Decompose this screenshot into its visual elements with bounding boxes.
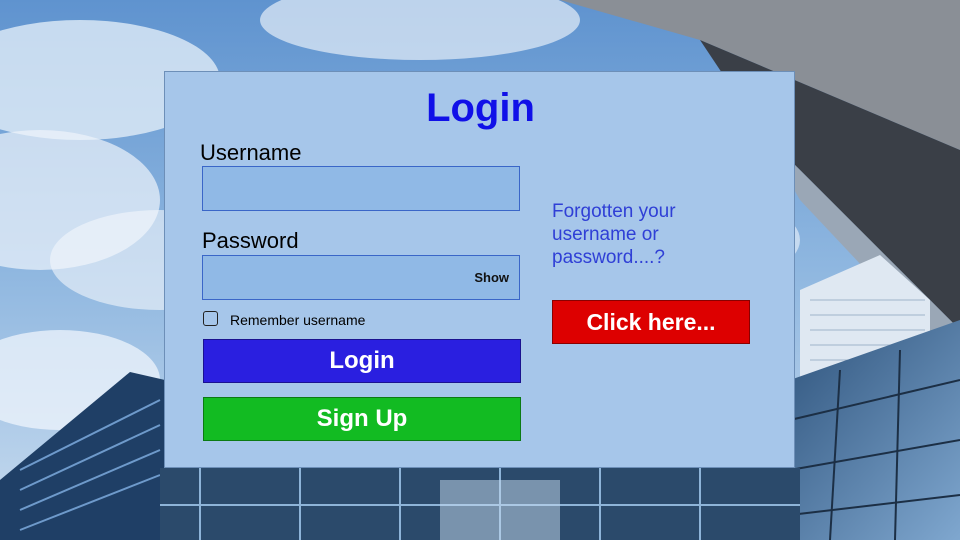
recover-account-button[interactable]: Click here... [552,300,750,344]
forgot-credentials-text: Forgotten your username or password....? [552,201,676,268]
page-title: Login [426,86,535,130]
remember-username-label: Remember username [230,312,366,328]
password-label: Password [202,228,299,253]
login-panel: Login Username Password Show Remember us… [164,71,795,468]
username-label: Username [200,140,302,165]
username-input[interactable] [202,166,520,211]
remember-username-checkbox[interactable] [203,311,218,326]
sign-up-button[interactable]: Sign Up [203,397,521,441]
show-password-toggle[interactable]: Show [474,270,509,285]
login-button[interactable]: Login [203,339,521,383]
password-input[interactable]: Show [202,255,520,300]
